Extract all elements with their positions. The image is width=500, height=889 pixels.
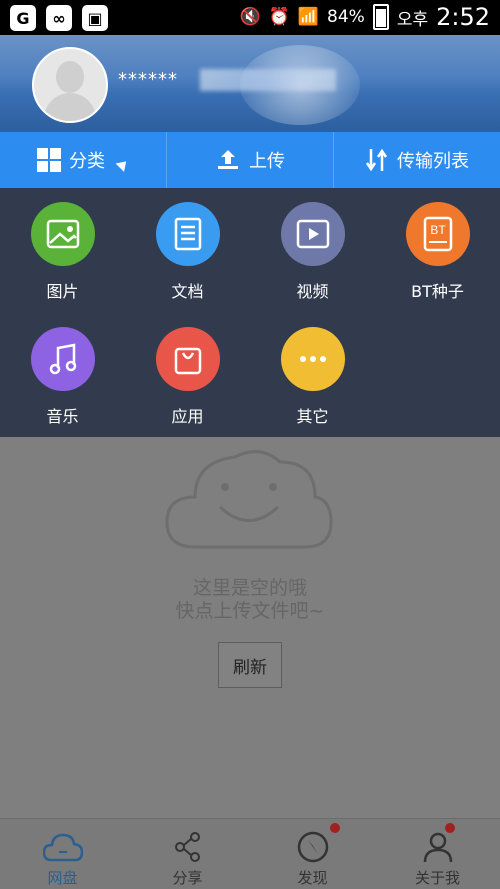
svg-text:BT: BT — [430, 223, 446, 237]
bottom-nav: 网盘 分享 发现 关于我 — [0, 818, 500, 889]
video-icon — [280, 202, 345, 266]
category-other[interactable]: 其它 — [250, 313, 375, 427]
battery-icon — [372, 4, 389, 30]
nav-label: 关于我 — [414, 869, 460, 887]
nav-disk[interactable]: 网盘 — [0, 819, 125, 889]
empty-state: 这里是空的哦 快点上传文件吧~ 刷新 — [0, 437, 500, 818]
category-images[interactable]: 图片 — [0, 188, 125, 302]
category-label: 应用 — [171, 407, 204, 426]
category-music[interactable]: 音乐 — [0, 313, 125, 427]
bt-icon: BT — [405, 202, 470, 266]
category-label: 图片 — [46, 282, 79, 301]
category-label: 音乐 — [46, 407, 79, 426]
category-label: 其它 — [296, 407, 329, 426]
category-label: 视频 — [296, 282, 329, 301]
avatar[interactable] — [32, 47, 108, 123]
transfer-list-button[interactable]: 传输列表 — [334, 132, 500, 188]
category-label: BT种子 — [411, 282, 464, 301]
transfer-label: 传输列表 — [397, 151, 469, 172]
app-notification-icon: G — [10, 5, 36, 31]
category-bt[interactable]: BT BT种子 — [375, 188, 500, 302]
category-apps[interactable]: 应用 — [125, 313, 250, 427]
share-icon — [125, 827, 250, 867]
document-icon — [155, 202, 220, 266]
nav-discover[interactable]: 发现 — [250, 819, 375, 889]
nav-me[interactable]: 关于我 — [375, 819, 500, 889]
category-button[interactable]: 分类 — [0, 132, 167, 188]
upload-button[interactable]: 上传 — [167, 132, 334, 188]
toolbar: 分类 上传 传输列表 — [0, 132, 500, 188]
battery-percent: 84% — [327, 7, 365, 27]
more-icon — [280, 327, 345, 391]
profile-header: ****** — [0, 35, 500, 132]
mute-icon: 🔇 — [239, 7, 261, 27]
person-icon — [375, 827, 500, 867]
nav-share[interactable]: 分享 — [125, 819, 250, 889]
cloud-smile-icon — [165, 450, 333, 549]
nav-label: 发现 — [297, 869, 328, 887]
wifi-icon: 📶 — [297, 7, 320, 27]
category-label: 文档 — [171, 282, 204, 301]
refresh-button[interactable]: 刷新 — [218, 642, 282, 688]
time-prefix: 오후 — [396, 9, 429, 30]
music-icon — [30, 327, 95, 391]
upload-label: 上传 — [249, 151, 285, 172]
category-panel: 图片 文档 视频 BT BT种子 音乐 应用 其它 — [0, 188, 500, 437]
category-documents[interactable]: 文档 — [125, 188, 250, 302]
clock: 2:52 — [436, 3, 490, 31]
app-icon — [155, 327, 220, 391]
compass-icon — [250, 827, 375, 867]
notification-dot — [445, 823, 455, 833]
username: ****** — [118, 69, 178, 90]
image-icon — [30, 202, 95, 266]
upload-icon — [218, 150, 238, 169]
sync-notification-icon: ∞ — [46, 5, 72, 31]
category-label: 分类 — [69, 151, 105, 172]
nav-label: 网盘 — [47, 869, 78, 887]
status-bar: G ∞ ▣ 🔇 ⏰ 📶 84% 오후 2:52 — [0, 0, 500, 35]
blurred-account-text — [200, 69, 336, 91]
grid-icon — [37, 148, 61, 172]
alarm-icon: ⏰ — [268, 7, 290, 27]
category-videos[interactable]: 视频 — [250, 188, 375, 302]
nav-label: 分享 — [172, 869, 203, 887]
gallery-notification-icon: ▣ — [82, 5, 108, 31]
notification-dot — [330, 823, 340, 833]
transfer-icon — [365, 148, 388, 172]
dropdown-arrow-icon — [115, 156, 131, 172]
cloud-icon — [0, 827, 125, 867]
empty-message-line2: 快点上传文件吧~ — [175, 600, 325, 622]
